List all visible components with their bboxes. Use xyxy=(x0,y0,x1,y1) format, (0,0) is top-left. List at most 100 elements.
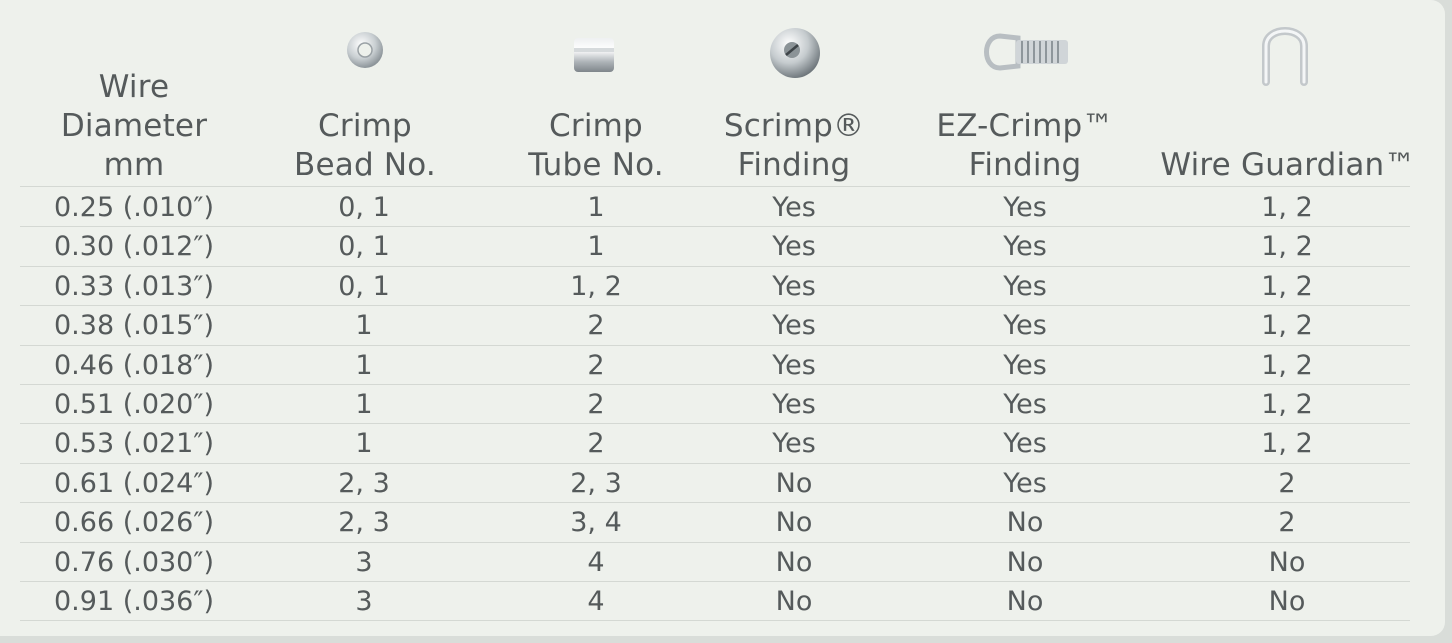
crimp-bead-cell: 3 xyxy=(355,586,373,617)
wire-guardian-cell: 1, 2 xyxy=(1261,231,1313,263)
scrimp-cell: Yes xyxy=(772,192,816,223)
ez-crimp-cell: Yes xyxy=(1003,270,1047,302)
ez-crimp-cell: No xyxy=(1006,546,1044,578)
header-scrimp: Scrimp® Finding xyxy=(694,107,894,185)
wire-guardian-cell: 1, 2 xyxy=(1261,192,1313,223)
table-row: 0.91 (.036″) 3 4 No No No xyxy=(0,582,1445,621)
crimp-bead-cell: 1 xyxy=(355,389,373,420)
wire-diameter-cell: 0.25 (.010″) xyxy=(54,192,214,223)
wire-diameter-cell: 0.30 (.012″) xyxy=(54,231,214,263)
crimp-bead-cell: 2, 3 xyxy=(338,507,390,539)
scrimp-cell: No xyxy=(775,467,813,499)
wire-diameter-cell: 0.33 (.013″) xyxy=(54,270,214,302)
header-wire-diameter-line2: Diameter xyxy=(60,108,208,144)
crimp-tube-cell: 4 xyxy=(587,546,605,578)
crimp-tube-cell: 2 xyxy=(587,310,605,342)
header-scrimp-line1: Scrimp® xyxy=(723,108,865,144)
crimp-bead-icon xyxy=(343,28,387,72)
wire-guardian-cell: 1, 2 xyxy=(1261,389,1313,420)
crimp-bead-cell: 0, 1 xyxy=(338,270,390,302)
scrimp-cell: Yes xyxy=(772,270,816,302)
crimp-tube-cell: 4 xyxy=(587,586,605,617)
wire-guardian-cell: 2 xyxy=(1278,467,1296,499)
crimp-tube-cell: 2, 3 xyxy=(570,467,622,499)
crimp-tube-icon xyxy=(570,34,618,76)
wire-guardian-icon xyxy=(1256,20,1314,88)
header-crimp-bead-line2: Bead No. xyxy=(294,147,436,183)
crimp-tube-cell: 2 xyxy=(587,428,605,460)
table-row: 0.51 (.020″) 1 2 Yes Yes 1, 2 xyxy=(0,385,1445,424)
crimp-tube-cell: 1 xyxy=(587,231,605,263)
header-scrimp-line2: Finding xyxy=(737,147,851,183)
table-row: 0.66 (.026″) 2, 3 3, 4 No No 2 xyxy=(0,503,1445,542)
header-crimp-tube: Crimp Tube No. xyxy=(496,107,696,185)
compatibility-table-card: Wire Diameter mm Crimp Bead No. Crimp Tu… xyxy=(0,0,1445,636)
crimp-bead-cell: 1 xyxy=(355,428,373,460)
scrimp-cell: No xyxy=(775,586,813,617)
wire-guardian-cell: 1, 2 xyxy=(1261,310,1313,342)
header-ez-crimp-line1: EZ-Crimp™ xyxy=(936,108,1114,144)
table-row: 0.61 (.024″) 2, 3 2, 3 No Yes 2 xyxy=(0,464,1445,503)
header-wire-guardian-line1: Wire Guardian™ xyxy=(1160,147,1416,183)
crimp-bead-cell: 0, 1 xyxy=(338,192,390,223)
ez-crimp-cell: Yes xyxy=(1003,349,1047,381)
wire-guardian-cell: 1, 2 xyxy=(1261,349,1313,381)
header-divider xyxy=(20,186,1410,187)
header-wire-guardian: Wire Guardian™ xyxy=(1150,146,1426,185)
header-crimp-bead-line1: Crimp xyxy=(318,108,412,144)
header-wire-diameter-line1: Wire xyxy=(98,69,170,105)
header-crimp-tube-line1: Crimp xyxy=(549,108,643,144)
crimp-bead-cell: 1 xyxy=(355,349,373,381)
wire-diameter-cell: 0.66 (.026″) xyxy=(54,507,214,539)
wire-diameter-cell: 0.51 (.020″) xyxy=(54,389,214,420)
scrimp-cell: Yes xyxy=(772,428,816,460)
wire-guardian-cell: 1, 2 xyxy=(1261,270,1313,302)
crimp-tube-cell: 1 xyxy=(587,192,605,223)
crimp-bead-cell: 2, 3 xyxy=(338,467,390,499)
wire-guardian-cell: No xyxy=(1268,586,1306,617)
ez-crimp-cell: No xyxy=(1006,507,1044,539)
row-divider xyxy=(20,620,1410,622)
ez-crimp-icon xyxy=(978,28,1076,76)
crimp-tube-cell: 1, 2 xyxy=(570,270,622,302)
ez-crimp-cell: Yes xyxy=(1003,389,1047,420)
ez-crimp-cell: Yes xyxy=(1003,231,1047,263)
header-crimp-tube-line2: Tube No. xyxy=(528,147,664,183)
scrimp-cell: No xyxy=(775,507,813,539)
ez-crimp-cell: Yes xyxy=(1003,467,1047,499)
crimp-bead-cell: 1 xyxy=(355,310,373,342)
wire-diameter-cell: 0.46 (.018″) xyxy=(54,349,214,381)
wire-diameter-cell: 0.76 (.030″) xyxy=(54,546,214,578)
wire-diameter-cell: 0.53 (.021″) xyxy=(54,428,214,460)
scrimp-cell: Yes xyxy=(772,231,816,263)
ez-crimp-cell: Yes xyxy=(1003,310,1047,342)
scrimp-cell: Yes xyxy=(772,310,816,342)
scrimp-cell: Yes xyxy=(772,349,816,381)
scrimp-cell: No xyxy=(775,546,813,578)
header-wire-diameter-line3: mm xyxy=(103,147,165,183)
header-ez-crimp: EZ-Crimp™ Finding xyxy=(915,107,1135,185)
table-row: 0.53 (.021″) 1 2 Yes Yes 1, 2 xyxy=(0,424,1445,463)
scrimp-cell: Yes xyxy=(772,389,816,420)
header-ez-crimp-line2: Finding xyxy=(968,147,1082,183)
table-row: 0.46 (.018″) 1 2 Yes Yes 1, 2 xyxy=(0,346,1445,385)
header-crimp-bead: Crimp Bead No. xyxy=(265,107,465,185)
ez-crimp-cell: No xyxy=(1006,586,1044,617)
crimp-tube-cell: 2 xyxy=(587,389,605,420)
table-row: 0.30 (.012″) 0, 1 1 Yes Yes 1, 2 xyxy=(0,227,1445,266)
crimp-bead-cell: 0, 1 xyxy=(338,231,390,263)
wire-guardian-cell: 2 xyxy=(1278,507,1296,539)
crimp-tube-cell: 2 xyxy=(587,349,605,381)
wire-diameter-cell: 0.91 (.036″) xyxy=(54,586,214,617)
wire-diameter-cell: 0.61 (.024″) xyxy=(54,467,214,499)
table-row: 0.38 (.015″) 1 2 Yes Yes 1, 2 xyxy=(0,306,1445,345)
header-wire-diameter: Wire Diameter mm xyxy=(44,68,224,185)
ez-crimp-cell: Yes xyxy=(1003,192,1047,223)
crimp-tube-cell: 3, 4 xyxy=(570,507,622,539)
wire-guardian-cell: No xyxy=(1268,546,1306,578)
wire-guardian-cell: 1, 2 xyxy=(1261,428,1313,460)
ez-crimp-cell: Yes xyxy=(1003,428,1047,460)
wire-diameter-cell: 0.38 (.015″) xyxy=(54,310,214,342)
table-row: 0.33 (.013″) 0, 1 1, 2 Yes Yes 1, 2 xyxy=(0,267,1445,306)
crimp-bead-cell: 3 xyxy=(355,546,373,578)
